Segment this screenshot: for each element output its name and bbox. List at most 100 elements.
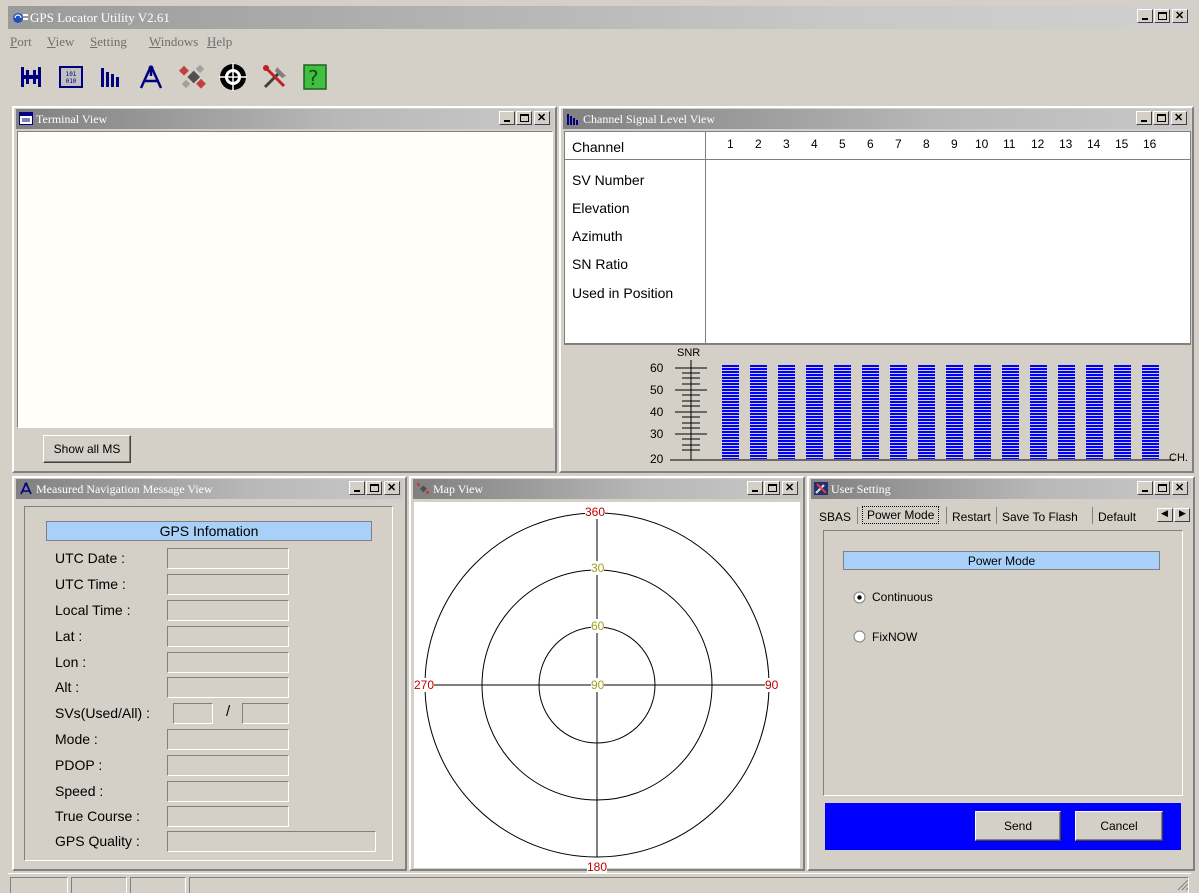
signal-bars-icon xyxy=(567,114,578,125)
show-all-ms-button[interactable]: Show all MS xyxy=(43,435,131,463)
channel-number: 16 xyxy=(1143,137,1157,151)
channel-close-button[interactable]: ✕ xyxy=(1171,111,1187,125)
radio-fixnow[interactable] xyxy=(853,630,866,643)
terminal-maximize-button[interactable] xyxy=(516,111,532,125)
row-sn-ratio: SN Ratio xyxy=(572,256,629,272)
status-pane-1 xyxy=(10,877,68,893)
channel-column-divider xyxy=(705,131,706,344)
row-azimuth: Azimuth xyxy=(572,228,623,244)
settings-close-button[interactable]: ✕ xyxy=(1172,481,1188,495)
snr-bar xyxy=(834,365,851,459)
minimize-icon xyxy=(752,490,758,492)
radio-unchecked-icon xyxy=(853,630,866,643)
nav-close-button[interactable]: ✕ xyxy=(384,481,400,495)
field-svs-used xyxy=(173,703,213,724)
cancel-button[interactable]: Cancel xyxy=(1075,811,1163,841)
map-view-titlebar[interactable]: Map View ✕ xyxy=(413,479,801,499)
maximize-icon xyxy=(768,484,777,492)
label-mode: Mode : xyxy=(55,731,98,747)
radio-continuous[interactable] xyxy=(853,591,866,604)
tab-restart[interactable]: Restart xyxy=(948,507,995,528)
field-lon xyxy=(167,652,289,673)
nav-minimize-button[interactable] xyxy=(349,481,365,495)
svg-text:010: 010 xyxy=(66,78,77,85)
tab-divider xyxy=(1092,507,1093,524)
field-alt xyxy=(167,677,289,698)
menu-view[interactable]: View xyxy=(47,34,74,50)
sky-ring-label-60: 60 xyxy=(591,619,605,633)
snr-bar xyxy=(946,365,963,459)
close-icon: ✕ xyxy=(1174,112,1184,124)
terminal-binary-icon[interactable]: 101 010 xyxy=(54,60,88,94)
channel-signal-titlebar[interactable]: Channel Signal Level View ✕ xyxy=(563,109,1190,129)
connect-icon[interactable] xyxy=(14,60,48,94)
channel-number: 8 xyxy=(923,137,930,151)
channel-number: 14 xyxy=(1087,137,1101,151)
minimize-button[interactable] xyxy=(1137,9,1153,23)
terminal-view-titlebar[interactable]: Terminal View ✕ xyxy=(16,109,553,129)
send-button[interactable]: Send xyxy=(975,811,1061,841)
nav-maximize-button[interactable] xyxy=(366,481,382,495)
terminal-minimize-button[interactable] xyxy=(499,111,515,125)
row-used-in-position: Used in Position xyxy=(572,285,674,301)
label-continuous[interactable]: Continuous xyxy=(872,590,933,604)
app-title-bar[interactable]: GPS Locator Utility V2.61 ✕ xyxy=(8,6,1191,29)
user-setting-titlebar[interactable]: User Setting ✕ xyxy=(811,479,1191,499)
menu-windows[interactable]: Windows xyxy=(149,34,198,50)
menu-help[interactable]: Help xyxy=(207,34,232,50)
tab-scroll-left-button[interactable]: ◀ xyxy=(1157,508,1173,522)
map-close-button[interactable]: ✕ xyxy=(782,481,798,495)
snr-bar xyxy=(722,365,739,459)
terminal-output-area[interactable] xyxy=(17,131,553,428)
tools-icon[interactable] xyxy=(258,60,292,94)
map-maximize-button[interactable] xyxy=(764,481,780,495)
resize-grip-icon[interactable] xyxy=(1177,879,1189,891)
map-satellite-icon[interactable] xyxy=(176,60,210,94)
settings-maximize-button[interactable] xyxy=(1154,481,1170,495)
tab-scroll-right-button[interactable]: ▶ xyxy=(1174,508,1190,522)
tab-save-to-flash[interactable]: Save To Flash xyxy=(998,507,1082,528)
navigation-icon[interactable] xyxy=(134,60,168,94)
label-lon: Lon : xyxy=(55,654,87,670)
sky-label-90: 90 xyxy=(765,678,779,692)
channel-maximize-button[interactable] xyxy=(1153,111,1169,125)
target-icon[interactable] xyxy=(216,60,250,94)
svg-text:101: 101 xyxy=(66,71,77,78)
row-sv-number: SV Number xyxy=(572,172,645,188)
nav-message-titlebar[interactable]: Measured Navigation Message View ✕ xyxy=(16,479,403,499)
channel-header-divider xyxy=(564,159,1191,160)
terminal-view-title: Terminal View xyxy=(36,112,108,126)
nav-message-title: Measured Navigation Message View xyxy=(36,482,213,496)
menu-port[interactable]: Port xyxy=(10,34,32,50)
close-icon: ✕ xyxy=(1175,10,1185,22)
channel-number: 2 xyxy=(755,137,762,151)
tab-sbas[interactable]: SBAS xyxy=(815,507,855,528)
signal-bars-icon[interactable] xyxy=(94,60,128,94)
menu-setting[interactable]: Setting xyxy=(90,34,127,50)
snr-bar xyxy=(1030,365,1047,459)
channel-number: 15 xyxy=(1115,137,1129,151)
channel-minimize-button[interactable] xyxy=(1136,111,1152,125)
field-svs-all xyxy=(242,703,289,724)
snr-bar xyxy=(1086,365,1103,459)
status-pane-3 xyxy=(130,877,186,893)
help-icon[interactable]: ? xyxy=(298,60,332,94)
terminal-close-button[interactable]: ✕ xyxy=(534,111,550,125)
label-utc-time: UTC Time : xyxy=(55,576,126,592)
map-satellite-icon xyxy=(417,483,429,494)
map-minimize-button[interactable] xyxy=(747,481,763,495)
channel-number: 12 xyxy=(1031,137,1045,151)
label-fixnow[interactable]: FixNOW xyxy=(872,630,917,644)
snr-bar xyxy=(918,365,935,459)
maximize-button[interactable] xyxy=(1154,9,1170,23)
settings-minimize-button[interactable] xyxy=(1137,481,1153,495)
tab-default[interactable]: Default xyxy=(1094,507,1140,528)
minimize-icon xyxy=(354,490,360,492)
close-icon: ✕ xyxy=(537,112,547,124)
close-icon: ✕ xyxy=(387,482,397,494)
close-button[interactable]: ✕ xyxy=(1172,9,1188,23)
tab-power-mode[interactable]: Power Mode xyxy=(862,506,940,524)
toolbar: 101 010 ? xyxy=(8,54,1191,100)
status-pane-2 xyxy=(71,877,127,893)
menu-bar: Port View Setting Windows Help xyxy=(8,30,1191,52)
